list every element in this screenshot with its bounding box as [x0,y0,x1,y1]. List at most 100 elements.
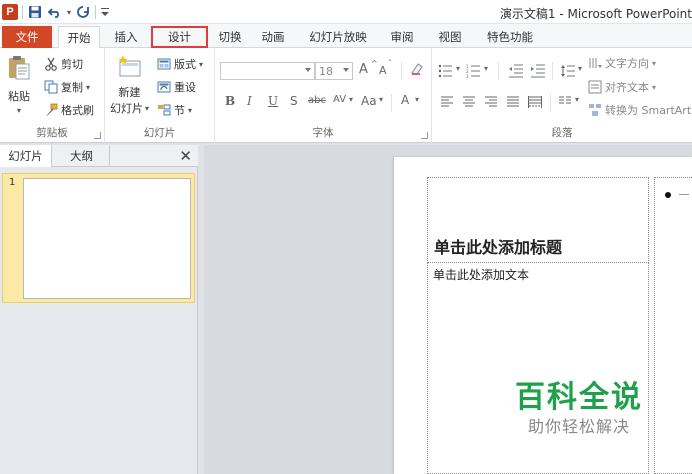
pane-tabs: 幻灯片 大纲 ✕ [0,145,198,167]
content-placeholder[interactable] [654,177,692,474]
font-color-dropdown-icon: ▾ [415,95,420,104]
ribbon-tab-bar: 文件 开始 插入 设计 切换 动画 幻灯片放映 审阅 视图 特色功能 [0,24,692,49]
align-right-icon[interactable] [484,96,498,108]
cut-button[interactable]: 剪切 [44,56,83,72]
slide-thumbnail-selected[interactable]: 1 [2,173,195,303]
grow-font-button[interactable]: A [359,62,368,77]
reset-button[interactable]: 重设 [157,79,196,95]
bold-button[interactable]: B [225,94,235,108]
columns-icon[interactable] [558,96,572,108]
align-text-button[interactable]: 对齐文本 ▾ [588,79,656,95]
italic-button[interactable]: I [247,94,252,108]
convert-smartart-button[interactable]: 转换为 SmartArt [588,102,691,118]
font-name-dropdown-icon [305,68,311,72]
tab-special-features[interactable]: 特色功能 [480,26,540,48]
section-button[interactable]: 节 ▾ [157,102,192,118]
tab-insert[interactable]: 插入 [106,26,146,48]
group-font: 18 A ^ A ˇ B I U S abc AV ▾ Aa ▾ A ▾ 字体 [215,48,432,143]
cut-label: 剪切 [61,58,83,71]
tab-slideshow[interactable]: 幻灯片放映 [300,26,376,48]
reset-label: 重设 [174,81,196,94]
numbering-dropdown-icon: ▾ [484,64,489,73]
line-spacing-icon[interactable] [560,64,576,78]
qat-separator [95,5,97,19]
tab-home[interactable]: 开始 [58,26,100,49]
character-spacing-dropdown-icon: ▾ [349,95,354,104]
text-shadow-button[interactable]: S [290,94,298,108]
watermark-subtitle: 助你轻松解决 [527,417,630,436]
decrease-indent-icon[interactable] [508,64,524,78]
tab-file[interactable]: 文件 [2,26,52,48]
convert-smartart-label: 转换为 SmartArt [605,104,692,117]
bullets-icon[interactable] [438,64,454,78]
align-text-label: 对齐文本 [605,81,649,94]
clipboard-group-label: 剪贴板 [36,127,68,139]
slide-number: 1 [9,177,16,188]
character-spacing-button[interactable]: AV [333,94,346,105]
paintbrush-icon [46,103,58,116]
strikethrough-button[interactable]: abc [308,95,326,106]
font-color-button[interactable]: A [401,93,409,107]
font-size-dropdown[interactable]: 18 [315,62,353,80]
layout-button[interactable]: 版式 ▾ [157,56,203,72]
group-slides: 新建 幻灯片 ▾ 版式 ▾ 重设 节 ▾ 幻灯片 [105,48,215,143]
paragraph-separator [498,62,499,80]
font-name-dropdown[interactable] [220,62,315,80]
font-launcher-icon[interactable] [421,132,428,139]
body-placeholder[interactable]: 单击此处添加文本 [427,263,649,474]
new-slide-label-line2: 幻灯片 [110,102,143,115]
new-slide-button[interactable]: 新建 幻灯片 ▾ [110,54,149,116]
paragraph-separator [550,94,551,112]
customize-qat-icon[interactable] [100,4,110,20]
layout-dropdown-icon: ▾ [199,59,204,69]
tab-transitions[interactable]: 切换 [210,26,250,48]
tab-slides-pane[interactable]: 幻灯片 [0,145,52,167]
paste-button[interactable]: 粘贴 ▾ [6,54,32,115]
slide-thumbnail[interactable] [23,178,191,299]
tab-view[interactable]: 视图 [430,26,470,48]
ribbon: 粘贴 ▾ 剪切 复制 ▾ 格式刷 剪贴板 新建 幻灯片 ▾ 版式 ▾ 重设 节 … [0,48,692,143]
underline-button[interactable]: U [268,94,278,108]
tab-review[interactable]: 审阅 [382,26,422,48]
change-case-button[interactable]: Aa [361,94,377,108]
clear-formatting-icon[interactable] [409,61,425,80]
text-direction-icon [589,58,602,68]
undo-icon[interactable] [47,4,63,20]
align-center-icon[interactable] [462,96,476,108]
paragraph-separator [552,62,553,80]
new-slide-icon [117,55,140,77]
copy-dropdown-icon[interactable]: ▾ [86,83,90,92]
group-paragraph: ▾ 123 ▾ ▾ 文字方向 ▾ 对齐文本 ▾ 转换为 SmartArt ▾ 段… [432,48,692,143]
bullets-dropdown-icon: ▾ [456,64,461,73]
justify-icon[interactable] [506,96,520,108]
scissors-icon [45,57,57,71]
copy-button[interactable]: 复制 ▾ [44,79,90,95]
clipboard-launcher-icon[interactable] [94,132,101,139]
redo-icon[interactable] [75,4,91,20]
section-icon [158,104,171,116]
paragraph-group-label: 段落 [551,127,573,139]
new-slide-label-line1: 新建 [118,86,141,99]
bullet-icon [665,192,671,198]
close-pane-icon[interactable]: ✕ [179,147,192,165]
qat-separator [22,5,23,19]
powerpoint-logo-icon: P [2,4,18,20]
new-slide-dropdown-icon[interactable]: ▾ [145,104,149,113]
shrink-font-button[interactable]: A [379,64,387,77]
tab-outline-pane[interactable]: 大纲 [54,145,110,167]
save-icon[interactable] [27,4,43,20]
align-text-dropdown-icon: ▾ [652,82,657,92]
increase-indent-icon[interactable] [530,64,546,78]
undo-dropdown-icon[interactable]: ▾ [67,8,71,17]
copy-label: 复制 [61,81,83,94]
text-direction-button[interactable]: 文字方向 ▾ [588,55,656,71]
watermark-title: 百科全说 [515,380,643,415]
title-placeholder[interactable]: 单击此处添加标题 [427,177,649,263]
quick-access-toolbar: P ▾ [2,2,110,22]
numbering-icon[interactable]: 123 [466,64,482,78]
align-left-icon[interactable] [440,96,454,108]
tab-design[interactable]: 设计 [151,26,208,48]
format-painter-button[interactable]: 格式刷 [44,102,94,118]
tab-animations[interactable]: 动画 [253,26,293,48]
distribute-icon[interactable] [528,96,542,108]
